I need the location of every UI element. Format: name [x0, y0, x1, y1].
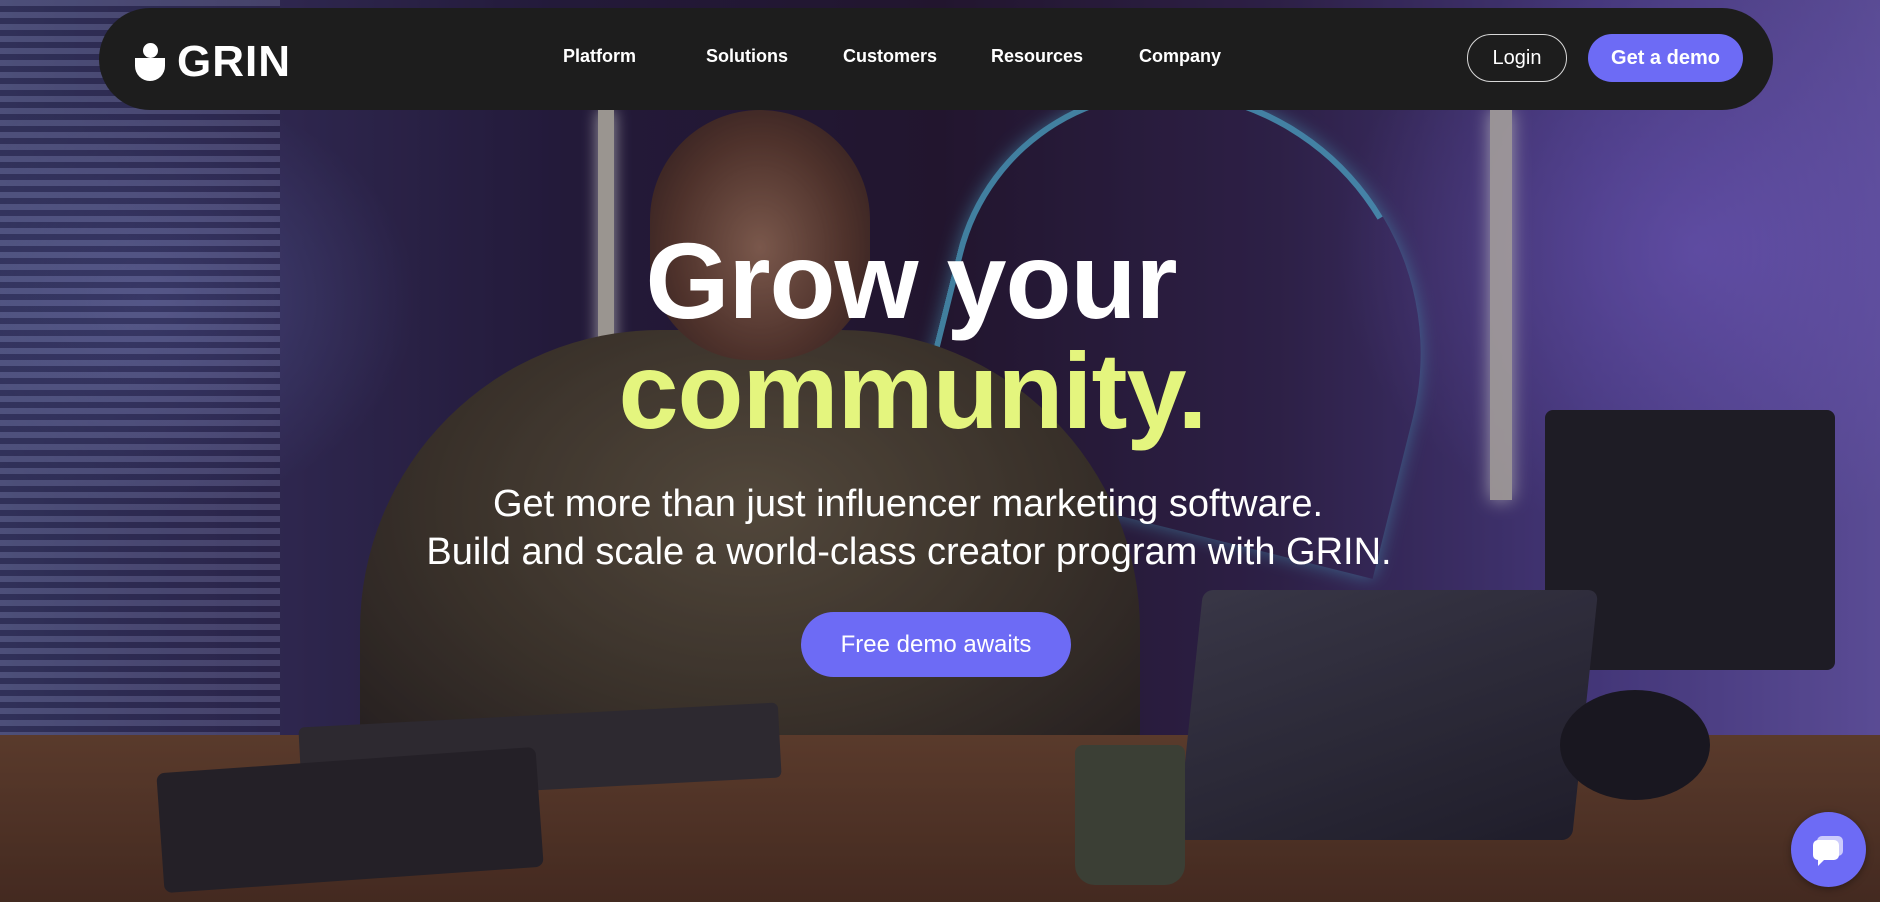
chat-bubble-icon — [1813, 836, 1843, 866]
hero-section: Grow your community. Get more than just … — [0, 0, 1880, 902]
chat-widget-button[interactable] — [1791, 812, 1866, 887]
hero-subheadline-line2: Build and scale a world-class creator pr… — [426, 531, 1392, 573]
free-demo-button[interactable]: Free demo awaits — [801, 612, 1071, 677]
hero-headline-line2: community. — [618, 330, 1207, 451]
hero-subheadline-line1: Get more than just influencer marketing … — [492, 483, 1324, 525]
hero-headline-line1: Grow your — [645, 220, 1177, 341]
